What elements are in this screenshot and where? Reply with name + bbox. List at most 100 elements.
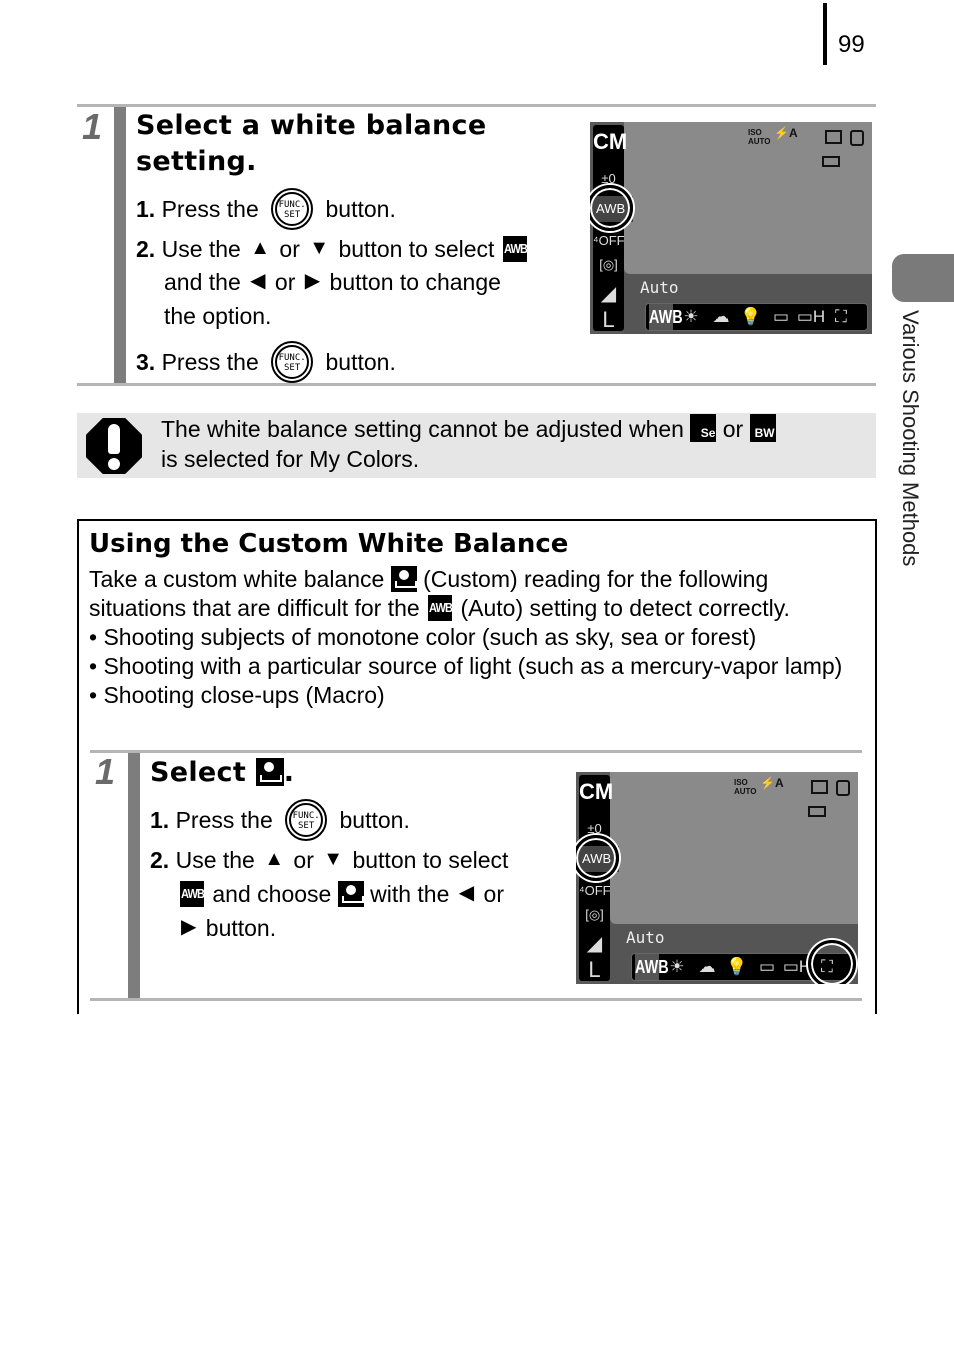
my-colors-sepia-icon: Se — [690, 413, 717, 442]
exposure-value: ±0 — [601, 171, 616, 186]
left-arrow-icon: ◀ — [458, 882, 475, 905]
func-set-button-icon: FUNC. SET — [285, 799, 328, 841]
intro-text: situations that are difficult for the — [89, 595, 420, 621]
battery-icon — [808, 806, 826, 817]
camera-screen-illustration: CM ±0 ⁴OFF [◎] ◢ L AWB ISO AUTO ⚡A Auto … — [576, 772, 858, 984]
bullet-text: Shooting with a particular source of lig… — [103, 653, 843, 679]
flash-auto-icon: ⚡A — [760, 776, 784, 790]
instruction-text: button to select — [338, 236, 495, 262]
func-set-button-icon: FUNC. SET — [271, 341, 314, 383]
mode-cm-icon: CM — [593, 129, 628, 154]
wb-label: Auto — [626, 928, 665, 947]
metering-icon: [◎] — [599, 257, 618, 272]
flash-off-icon: ⁴OFF — [593, 233, 625, 248]
wb-option-fluorescent-h-icon: ▭H — [796, 307, 826, 326]
instruction-text: and the — [164, 269, 241, 295]
bullet-item: • Shooting with a particular source of l… — [89, 652, 869, 681]
instruction-2-line2: AWB and choose with the ◀ or — [178, 878, 504, 912]
set-label: SET — [297, 821, 315, 831]
step-title: Select a white balance setting. — [136, 108, 486, 180]
step-number: 1 — [82, 106, 103, 147]
iso-auto-icon: ISO AUTO — [748, 128, 771, 146]
step-top-rule — [90, 750, 862, 753]
instruction-text: Press the — [161, 196, 259, 223]
step-side-bar — [128, 753, 140, 998]
instruction-1: 1. Press the FUNC. SET button. — [150, 799, 410, 843]
camera-orientation-icon — [850, 130, 864, 146]
caution-line1: The white balance setting cannot be adju… — [161, 413, 776, 445]
step-top-rule — [77, 104, 876, 107]
instruction-2-line1: 2. Use the ▲ or ▼ button to select — [150, 844, 508, 878]
instruction-text: and choose — [212, 881, 332, 907]
awb-icon: AWB — [428, 594, 453, 621]
my-colors-bw-icon: BW — [749, 413, 776, 442]
step-side-bar — [114, 107, 126, 383]
up-arrow-icon: ▲ — [264, 848, 285, 871]
up-arrow-icon: ▲ — [250, 237, 271, 260]
caution-note: The white balance setting cannot be adju… — [77, 413, 876, 478]
step-title-line1: Select a white balance — [136, 110, 487, 141]
flash-off-icon: ⁴OFF — [579, 883, 611, 898]
bullet-mark: • — [89, 653, 98, 679]
wb-option-auto: AWB — [635, 954, 669, 980]
instruction-text: button. — [325, 196, 396, 223]
caution-text: The white balance setting cannot be adju… — [161, 413, 776, 474]
wb-option-cloudy-icon: ☁ — [712, 307, 730, 326]
battery-icon — [822, 156, 840, 167]
wb-option-fluorescent-icon: ▭ — [772, 307, 790, 326]
instruction-number: 1. — [150, 807, 170, 834]
intro-text: Take a custom white balance — [89, 566, 385, 592]
section-title: Using the Custom White Balance — [89, 529, 569, 559]
custom-selection-circle — [808, 940, 856, 984]
step-bottom-rule — [90, 998, 862, 1001]
caution-text-part: or — [722, 416, 744, 442]
instruction-number: 2. — [136, 236, 156, 262]
step-number: 1 — [95, 751, 116, 792]
set-label: SET — [283, 210, 301, 220]
instruction-text: with the — [370, 881, 450, 907]
custom-wb-icon — [255, 757, 284, 786]
right-arrow-icon: ▶ — [304, 270, 321, 293]
awb-icon: AWB — [180, 880, 205, 907]
step-title: Select . — [150, 755, 294, 791]
wb-option-custom-icon: ⛶ — [835, 307, 847, 326]
awb-icon: AWB — [502, 235, 528, 262]
instruction-3: 3. Press the FUNC. SET button. — [136, 341, 396, 385]
step-title-line2: setting. — [136, 146, 257, 177]
camera-screen-illustration: CM ±0 ⁴OFF [◎] ◢ L AWB ISO AUTO ⚡A Auto … — [590, 122, 872, 334]
wb-option-tungsten-icon: 💡 — [740, 307, 762, 326]
wb-option-fluorescent-icon: ▭ — [758, 957, 776, 976]
intro-line1: Take a custom white balance (Custom) rea… — [89, 565, 869, 594]
section-body: Take a custom white balance (Custom) rea… — [89, 565, 869, 710]
wb-options-strip: AWB ☀ ☁ 💡 ▭ ▭H ⛶ — [645, 303, 868, 331]
wb-option-auto: AWB — [649, 304, 683, 330]
func-set-button-icon: FUNC. SET — [271, 188, 314, 230]
intro-text: (Custom) reading for the following — [423, 566, 769, 592]
instruction-text: Use the — [161, 236, 241, 262]
caution-text-part: The white balance setting cannot be adju… — [161, 416, 684, 442]
step-title-period: . — [283, 757, 295, 788]
intro-line2: situations that are difficult for the AW… — [89, 594, 869, 623]
drive-mode-icon — [811, 780, 828, 794]
down-arrow-icon: ▼ — [323, 848, 344, 871]
step-title-text: Select — [150, 757, 247, 788]
section-tab-label: Various Shooting Methods — [898, 310, 923, 567]
wb-label: Auto — [640, 278, 679, 297]
func-label: FUNC. — [278, 353, 306, 363]
instruction-1: 1. Press the FUNC. SET button. — [136, 188, 396, 232]
down-arrow-icon: ▼ — [309, 237, 330, 260]
flash-auto-icon: ⚡A — [774, 126, 798, 140]
custom-wb-icon — [337, 880, 364, 907]
instruction-text: Press the — [161, 349, 259, 376]
instruction-text: button. — [205, 915, 277, 941]
wb-option-cloudy-icon: ☁ — [698, 957, 716, 976]
func-label: FUNC. — [292, 811, 320, 821]
wb-option-tungsten-icon: 💡 — [726, 957, 748, 976]
instruction-text: or — [483, 881, 504, 907]
instruction-text: or — [293, 847, 314, 873]
instruction-number: 1. — [136, 196, 156, 223]
page-number: 99 — [838, 31, 865, 58]
instruction-text: or — [274, 269, 296, 295]
exposure-value: ±0 — [587, 821, 602, 836]
iso-auto-icon: ISO AUTO — [734, 778, 757, 796]
